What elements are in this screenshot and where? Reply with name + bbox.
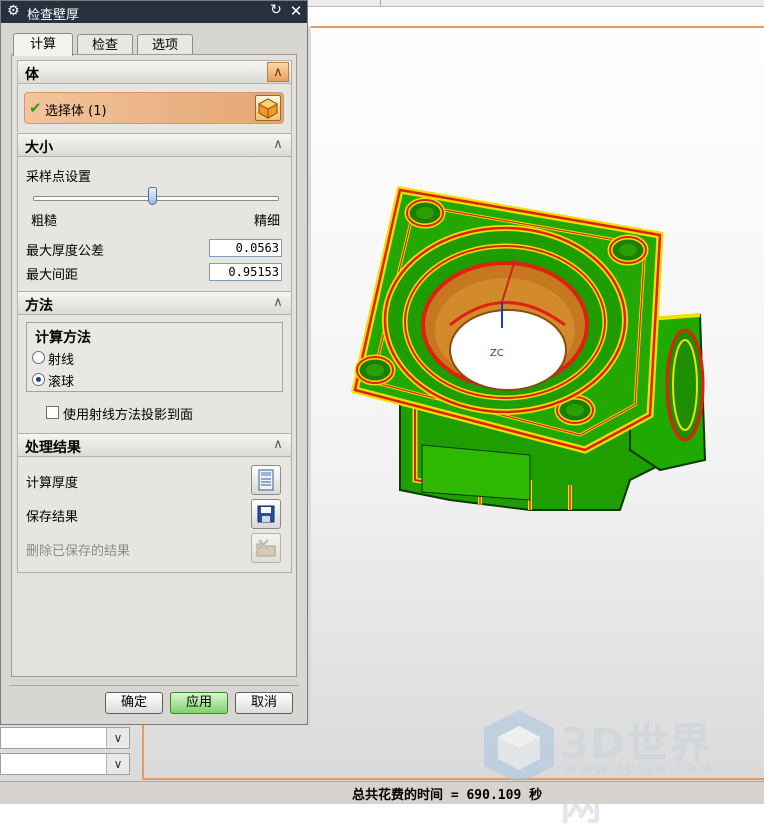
section-header-size[interactable]: 大小 ∧ <box>17 133 292 157</box>
section-title-method: 方法 <box>25 298 53 314</box>
sample-points-slider-thumb[interactable] <box>148 187 157 205</box>
thickness-model[interactable]: ZC <box>330 180 720 530</box>
compute-thickness-label: 计算厚度 <box>26 476 79 491</box>
section-header-results[interactable]: 处理结果 ∧ <box>17 433 292 457</box>
tab-compute[interactable]: 计算 <box>13 33 73 56</box>
watermark-cube-icon <box>484 710 554 784</box>
solid-body-cube-icon[interactable] <box>255 95 281 121</box>
radio-rolling-ball[interactable] <box>32 373 45 386</box>
viewport-top-bar <box>305 0 764 7</box>
tab-options[interactable]: 选项 <box>137 34 193 56</box>
slider-max-label: 精细 <box>254 214 281 229</box>
cancel-button[interactable]: 取消 <box>235 692 293 714</box>
compute-thickness-button[interactable] <box>251 465 281 495</box>
compute-method-title: 计算方法 <box>35 330 91 346</box>
ok-button[interactable]: 确定 <box>105 692 163 714</box>
floppy-disk-icon <box>257 505 275 523</box>
apply-button[interactable]: 应用 <box>170 692 228 714</box>
gear-icon[interactable]: ⚙ <box>7 3 20 19</box>
reset-icon[interactable]: ↻ <box>267 2 285 20</box>
filter-dropdown-2[interactable]: ∨ <box>0 753 130 775</box>
status-text: 总共花费的时间 = 690.109 秒 <box>352 788 543 803</box>
close-icon[interactable]: ✕ <box>287 2 305 20</box>
collapse-chevron-icon[interactable]: ∧ <box>267 62 289 82</box>
max-spacing-input[interactable]: 0.95153 <box>209 263 282 281</box>
collapse-chevron-icon[interactable]: ∧ <box>267 435 289 455</box>
delete-saved-results-button[interactable] <box>251 533 281 563</box>
max-thickness-tolerance-label: 最大厚度公差 <box>26 244 105 259</box>
project-to-face-label[interactable]: 使用射线方法投影到面 <box>63 404 193 423</box>
save-results-button[interactable] <box>251 499 281 529</box>
tab-check[interactable]: 检查 <box>77 34 133 56</box>
max-thickness-tolerance-input[interactable]: 0.0563 <box>209 239 282 257</box>
delete-folder-icon <box>256 539 276 557</box>
section-title-size: 大小 <box>25 140 53 156</box>
tab-compute-label: 计算 <box>29 37 56 52</box>
axis-label-zc: ZC <box>490 348 504 359</box>
slider-min-label: 粗糙 <box>31 214 58 229</box>
save-results-label: 保存结果 <box>26 510 79 525</box>
dialog-title: 检查壁厚 <box>27 8 80 23</box>
calculator-icon <box>258 469 274 491</box>
model-central-bore <box>382 225 628 415</box>
filter-dropdown-1[interactable]: ∨ <box>0 727 130 749</box>
sample-points-label: 采样点设置 <box>26 170 92 185</box>
collapse-chevron-icon[interactable]: ∧ <box>267 135 289 155</box>
radio-ray-label[interactable]: 射线 <box>48 349 74 368</box>
collapse-chevron-icon[interactable]: ∧ <box>267 293 289 313</box>
radio-rolling-ball-label[interactable]: 滚球 <box>48 371 74 390</box>
radio-ray[interactable] <box>32 351 45 364</box>
project-to-face-checkbox[interactable] <box>46 406 59 419</box>
tab-options-label: 选项 <box>151 38 178 53</box>
tab-check-label: 检查 <box>91 38 118 53</box>
select-body-selector[interactable]: ✔ 选择体 (1) <box>24 92 284 124</box>
section-title-body: 体 <box>25 67 39 83</box>
checkmark-icon: ✔ <box>29 99 42 117</box>
chevron-down-icon[interactable]: ∨ <box>106 754 129 774</box>
max-spacing-label: 最大间距 <box>26 268 79 283</box>
section-title-results: 处理结果 <box>25 440 81 456</box>
chevron-down-icon[interactable]: ∨ <box>106 728 129 748</box>
watermark-url: WWW.3DSJW.COM <box>564 762 713 776</box>
section-header-method[interactable]: 方法 ∧ <box>17 291 292 315</box>
dialog-title-bar[interactable]: ⚙ 检查壁厚 ↻ ✕ <box>1 1 307 23</box>
section-header-body[interactable]: 体 ∧ <box>17 60 292 84</box>
check-wall-thickness-dialog: ⚙ 检查壁厚 ↻ ✕ 计算 检查 选项 体 ∧ ✔ 选择体 (1) 大小 ∧ 采… <box>0 0 308 725</box>
watermark: 3D世界网 WWW.3DSJW.COM <box>480 706 750 829</box>
status-bar: 总共花费的时间 = 690.109 秒 <box>0 781 764 804</box>
viewport-top-divider <box>380 0 381 6</box>
select-body-label: 选择体 (1) <box>45 104 107 119</box>
dialog-footer-divider <box>9 685 299 686</box>
delete-saved-results-label: 删除已保存的结果 <box>26 544 131 559</box>
